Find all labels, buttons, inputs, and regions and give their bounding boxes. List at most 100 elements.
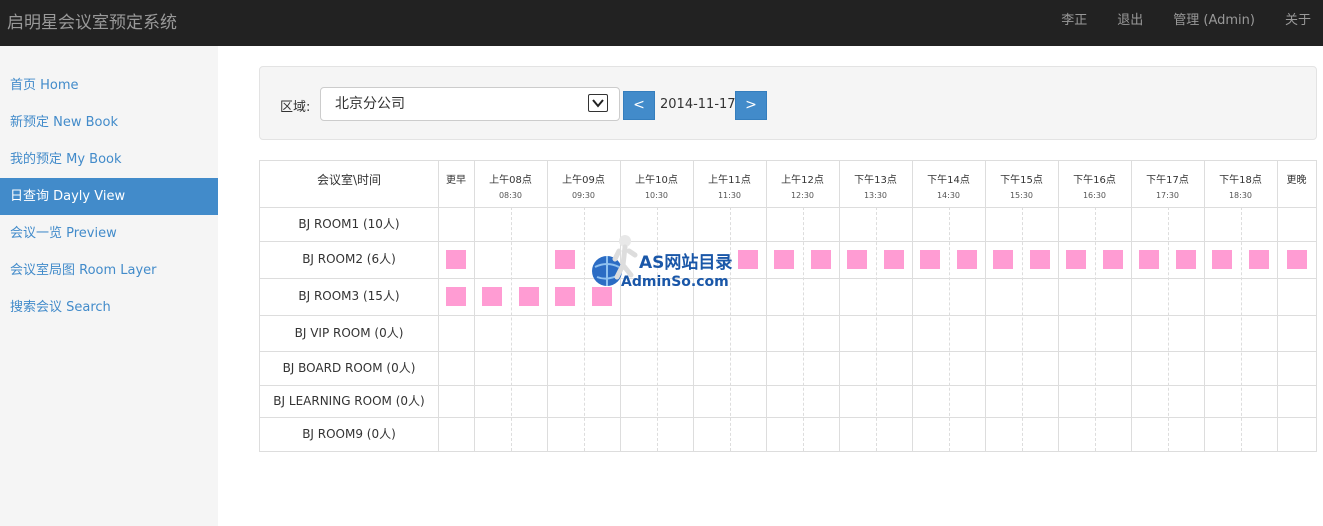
half-hour-divider: [584, 207, 585, 451]
watermark-domain: AdminSo.com: [621, 274, 729, 290]
booked-slot[interactable]: [1287, 250, 1307, 269]
half-hour-divider: [876, 207, 877, 451]
room-name[interactable]: BJ LEARNING ROOM (0人): [260, 385, 438, 417]
booked-slot[interactable]: [957, 250, 977, 269]
top-nav: 李正 退出 管理 (Admin) 关于: [1046, 0, 1323, 46]
hour-header: 下午13点 13:30: [839, 161, 912, 207]
room-name[interactable]: BJ ROOM1 (10人): [260, 207, 438, 241]
booked-slot[interactable]: [446, 250, 466, 269]
current-date: 2014-11-17: [660, 97, 736, 112]
half-hour-label: 11:30: [717, 191, 742, 200]
booked-slot[interactable]: [774, 250, 794, 269]
hour-header: 下午14点 14:30: [912, 161, 985, 207]
sidebar-item-room-layer[interactable]: 会议室局图 Room Layer: [0, 252, 218, 289]
room-name[interactable]: BJ VIP ROOM (0人): [260, 315, 438, 351]
sidebar-item-search[interactable]: 搜索会议 Search: [0, 289, 218, 326]
hour-label: 下午16点: [1073, 175, 1116, 186]
watermark-title: AS网站目录: [639, 253, 733, 273]
hour-header: 下午15点 15:30: [985, 161, 1058, 207]
half-hour-divider: [949, 207, 950, 451]
hour-header: 下午16点 16:30: [1058, 161, 1131, 207]
room-name[interactable]: BJ ROOM2 (6人): [260, 241, 438, 278]
booked-slot[interactable]: [1176, 250, 1196, 269]
booked-slot[interactable]: [738, 250, 758, 269]
booked-slot[interactable]: [811, 250, 831, 269]
sidebar-item-home[interactable]: 首页 Home: [0, 67, 218, 104]
half-hour-divider: [511, 207, 512, 451]
booked-slot[interactable]: [555, 287, 575, 306]
late-header: 更晚: [1277, 161, 1316, 207]
half-hour-label: 17:30: [1155, 191, 1180, 200]
booked-slot[interactable]: [1030, 250, 1050, 269]
filter-panel: 区域: 北京分公司 < 2014-11-17 >: [259, 66, 1317, 140]
logout-link[interactable]: 退出: [1102, 0, 1158, 46]
early-header: 更早: [438, 161, 474, 207]
half-hour-divider: [1168, 207, 1169, 451]
half-hour-divider: [803, 207, 804, 451]
hour-label: 下午14点: [927, 175, 970, 186]
booked-slot[interactable]: [519, 287, 539, 306]
hour-label: 上午11点: [708, 175, 751, 186]
booked-slot[interactable]: [482, 287, 502, 306]
hour-label: 下午17点: [1146, 175, 1189, 186]
user-name-link[interactable]: 李正: [1046, 0, 1102, 46]
hour-label: 上午08点: [489, 175, 532, 186]
half-hour-label: 10:30: [644, 191, 669, 200]
sidebar-item-new-book[interactable]: 新预定 New Book: [0, 104, 218, 141]
sidebar-item-my-book[interactable]: 我的预定 My Book: [0, 141, 218, 178]
schedule-grid: 会议室\时间 更早 上午08点 08:30 上午09点 09:30 上午10点 10:30 上…: [259, 160, 1317, 452]
corner-header: 会议室\时间: [316, 173, 382, 187]
half-hour-divider: [1022, 207, 1023, 451]
booked-slot[interactable]: [1212, 250, 1232, 269]
admin-link[interactable]: 管理 (Admin): [1158, 0, 1270, 46]
room-name[interactable]: BJ BOARD ROOM (0人): [260, 351, 438, 385]
booked-slot[interactable]: [1249, 250, 1269, 269]
hour-label: 下午15点: [1000, 175, 1043, 186]
booked-slot[interactable]: [993, 250, 1013, 269]
watermark: AS网站目录 AdminSo.com: [589, 233, 739, 295]
room-name[interactable]: BJ ROOM3 (15人): [260, 278, 438, 315]
area-select-value: 北京分公司: [335, 96, 405, 112]
booked-slot[interactable]: [884, 250, 904, 269]
sidebar-item-dayly-view[interactable]: 日查询 Dayly View: [0, 178, 218, 215]
booked-slot[interactable]: [555, 250, 575, 269]
booked-slot[interactable]: [920, 250, 940, 269]
prev-day-button[interactable]: <: [623, 91, 655, 120]
sidebar-item-preview[interactable]: 会议一览 Preview: [0, 215, 218, 252]
booked-slot[interactable]: [1139, 250, 1159, 269]
chevron-down-icon[interactable]: [588, 94, 608, 112]
booked-slot[interactable]: [1103, 250, 1123, 269]
booked-slot[interactable]: [1066, 250, 1086, 269]
half-hour-label: 16:30: [1082, 191, 1107, 200]
early-label: 更早: [446, 175, 466, 186]
booked-slot[interactable]: [847, 250, 867, 269]
hour-header: 上午09点 09:30: [547, 161, 620, 207]
hour-header: 下午17点 17:30: [1131, 161, 1204, 207]
late-label: 更晚: [1286, 175, 1307, 186]
half-hour-label: 14:30: [936, 191, 961, 200]
app-title[interactable]: 启明星会议室预定系统: [0, 0, 177, 46]
area-select[interactable]: 北京分公司: [320, 87, 620, 121]
half-hour-label: 12:30: [790, 191, 815, 200]
hour-label: 下午18点: [1219, 175, 1262, 186]
sidebar: 首页 Home 新预定 New Book 我的预定 My Book 日查询 Da…: [0, 46, 218, 526]
half-hour-label: 18:30: [1228, 191, 1253, 200]
hour-label: 上午12点: [781, 175, 824, 186]
hour-header: 上午11点 11:30: [693, 161, 766, 207]
half-hour-label: 08:30: [498, 191, 523, 200]
top-navbar: 启明星会议室预定系统 李正 退出 管理 (Admin) 关于: [0, 0, 1323, 46]
hour-header: 上午10点 10:30: [620, 161, 693, 207]
hour-header: 上午12点 12:30: [766, 161, 839, 207]
about-link[interactable]: 关于: [1270, 0, 1323, 46]
booked-slot[interactable]: [446, 287, 466, 306]
hour-label: 上午10点: [635, 175, 678, 186]
hour-header: 上午08点 08:30: [474, 161, 547, 207]
half-hour-divider: [1241, 207, 1242, 451]
hour-label: 下午13点: [854, 175, 897, 186]
next-day-button[interactable]: >: [735, 91, 767, 120]
half-hour-label: 13:30: [863, 191, 888, 200]
half-hour-divider: [1095, 207, 1096, 451]
room-name[interactable]: BJ ROOM9 (0人): [260, 417, 438, 451]
hour-label: 上午09点: [562, 175, 605, 186]
half-hour-label: 15:30: [1009, 191, 1034, 200]
